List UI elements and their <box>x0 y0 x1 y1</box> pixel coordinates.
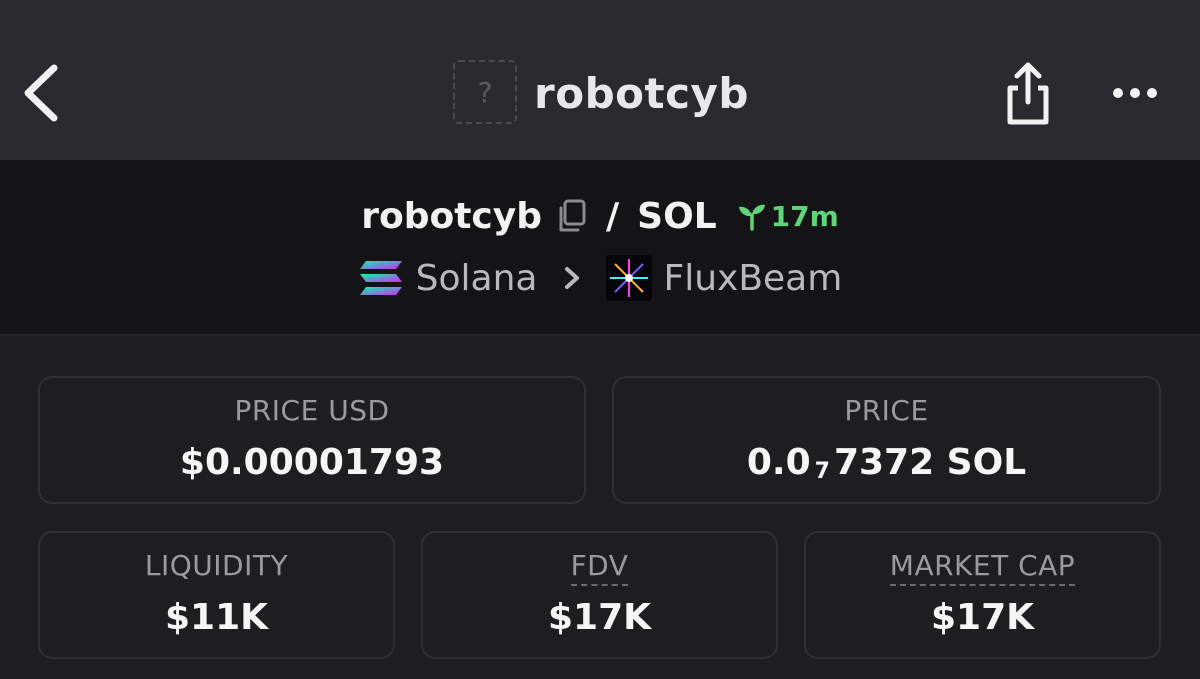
fdv-label[interactable]: FDV <box>570 549 629 586</box>
placeholder-glyph: ? <box>477 75 493 109</box>
pair-age-badge: 17m <box>737 200 839 233</box>
fdv-value: $17K <box>547 597 652 638</box>
price-usd-label: PRICE USD <box>234 394 390 427</box>
liquidity-label: LIQUIDITY <box>144 549 289 582</box>
seedling-icon <box>738 204 765 231</box>
price-native-label: PRICE <box>844 394 929 427</box>
back-button[interactable] <box>18 60 68 126</box>
market-cap-label-wrap: MARKET CAP <box>806 549 1159 586</box>
page-title: robotcyb <box>534 69 749 118</box>
pair-info: robotcyb / SOL 17m Solana FluxBeam <box>0 160 1200 336</box>
fluxbeam-logo <box>605 255 652 301</box>
top-bar: ? robotcyb <box>0 0 1200 160</box>
base-token-symbol: robotcyb <box>361 195 542 237</box>
liquidity-value: $11K <box>164 597 269 638</box>
pair-age-text: 17m <box>770 199 839 233</box>
share-button[interactable] <box>998 58 1058 128</box>
copy-address-button[interactable] <box>556 198 588 234</box>
price-native-card: PRICE 0.0 7 7372 SOL <box>612 376 1161 504</box>
dex-name[interactable]: FluxBeam <box>664 258 843 299</box>
chain-name[interactable]: Solana <box>416 258 538 299</box>
copy-icon <box>559 199 586 232</box>
price-usd-value: $0.00001793 <box>179 442 445 483</box>
market-cap-card[interactable]: MARKET CAP $17K <box>804 531 1161 659</box>
share-icon <box>1007 62 1049 125</box>
more-horizontal-icon <box>1113 88 1157 98</box>
pair-title: robotcyb / SOL 17m <box>0 190 1200 242</box>
chevron-right-icon <box>564 267 579 289</box>
quote-token-symbol: SOL <box>637 195 717 237</box>
price-native-suffix: 7372 SOL <box>833 442 1027 483</box>
solana-logo <box>359 261 402 295</box>
fdv-label-wrap: FDV <box>423 549 776 586</box>
price-native-zero-count: 7 <box>814 459 830 484</box>
market-cap-value: $17K <box>930 597 1035 638</box>
price-native-prefix: 0.0 <box>746 442 811 483</box>
price-usd-card: PRICE USD $0.00001793 <box>38 376 586 504</box>
chain-breadcrumb: Solana FluxBeam <box>0 254 1200 302</box>
more-options-button[interactable] <box>1106 76 1166 110</box>
token-logo-placeholder: ? <box>453 60 517 124</box>
chevron-left-icon <box>24 64 58 122</box>
fdv-card[interactable]: FDV $17K <box>421 531 778 659</box>
price-native-value: 0.0 7 7372 SOL <box>614 442 1159 484</box>
pair-separator: / <box>606 195 620 237</box>
market-cap-label[interactable]: MARKET CAP <box>889 549 1076 586</box>
liquidity-card: LIQUIDITY $11K <box>38 531 395 659</box>
